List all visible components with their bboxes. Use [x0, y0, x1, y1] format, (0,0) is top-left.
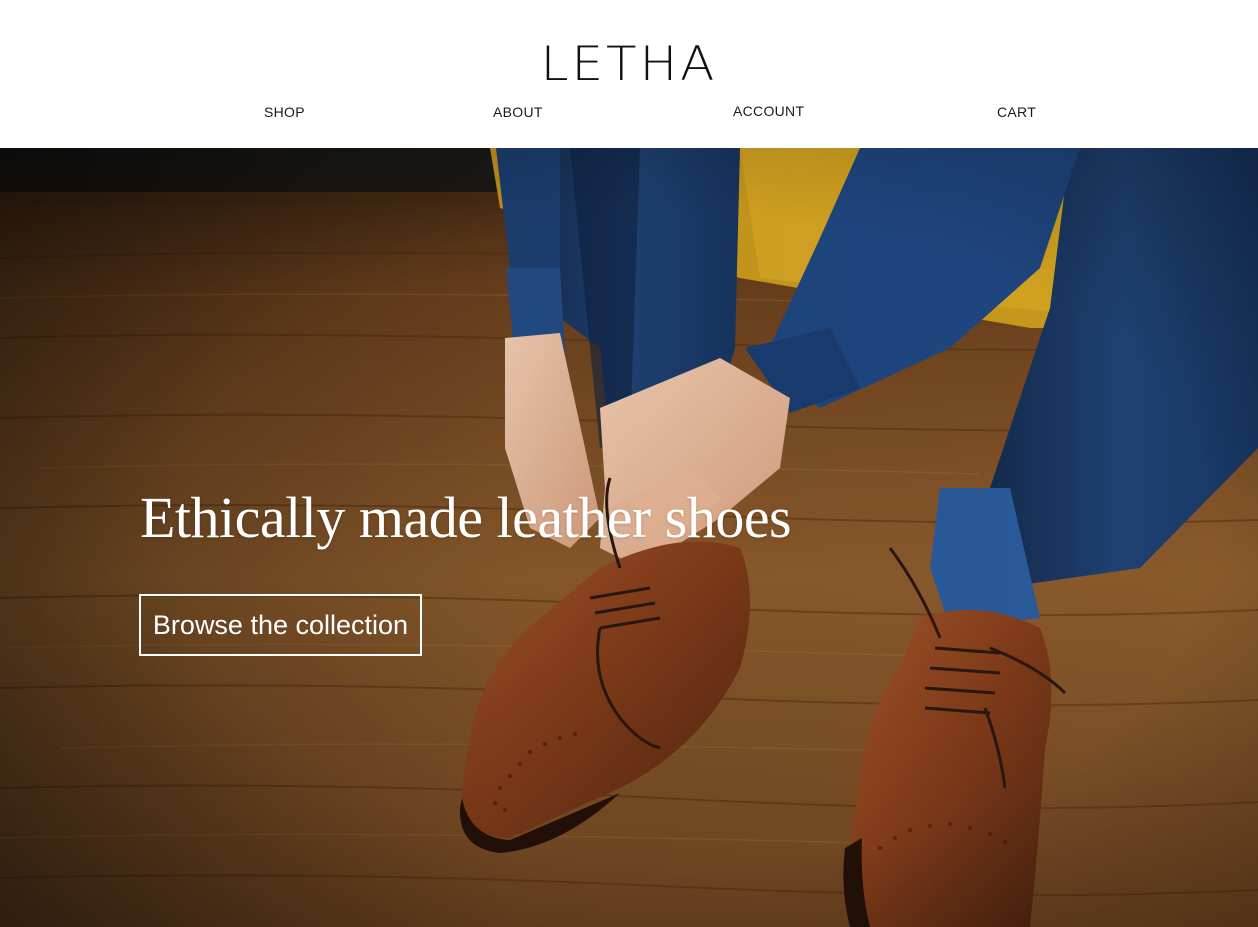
nav-account[interactable]: ACCOUNT — [733, 102, 804, 120]
brand-logo[interactable]: LETHA — [0, 37, 1258, 90]
hero-banner: Ethically made leather shoes Browse the … — [0, 148, 1258, 927]
browse-collection-button[interactable]: Browse the collection — [139, 594, 422, 656]
hero-headline: Ethically made leather shoes — [140, 485, 792, 550]
nav-cart[interactable]: CART — [997, 103, 1036, 121]
nav-shop[interactable]: SHOP — [264, 103, 305, 121]
nav-about[interactable]: ABOUT — [493, 103, 543, 121]
site-header: LETHA SHOP ABOUT ACCOUNT CART — [0, 0, 1258, 148]
